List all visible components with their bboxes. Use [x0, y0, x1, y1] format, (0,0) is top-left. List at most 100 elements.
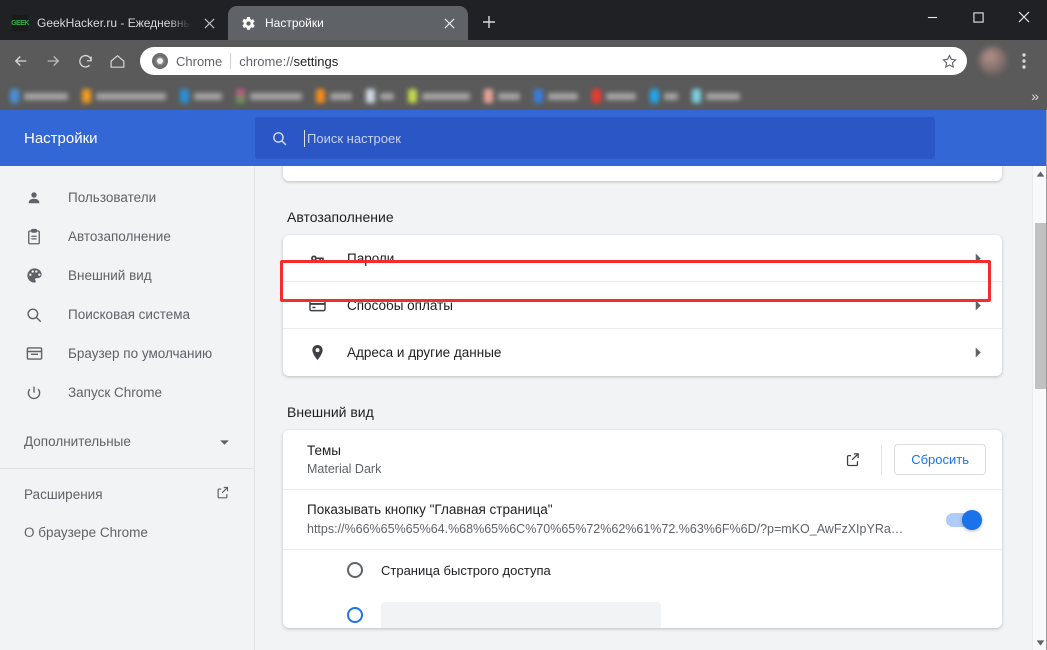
power-icon	[24, 383, 44, 403]
sidebar-divider	[0, 468, 254, 469]
url-main: settings	[293, 54, 338, 69]
row-themes[interactable]: Темы Material Dark Сбросить	[283, 430, 1002, 490]
settings-header: Настройки Поиск настроек	[0, 110, 1047, 166]
row-payment-methods[interactable]: Способы оплаты	[283, 282, 1002, 329]
sidebar-advanced-label: Дополнительные	[24, 434, 219, 449]
sidebar-item-about-chrome[interactable]: О браузере Chrome	[0, 513, 254, 551]
theme-texts: Темы Material Dark	[307, 441, 835, 479]
bookmark-star-icon[interactable]	[937, 49, 961, 73]
address-bar[interactable]: Chrome chrome://settings	[140, 47, 967, 75]
settings-page: Настройки Поиск настроек Пользователи	[0, 110, 1047, 650]
text-caret	[304, 130, 305, 147]
row-addresses[interactable]: Адреса и другие данные	[283, 329, 1002, 376]
key-icon	[307, 248, 327, 268]
home-icon[interactable]	[102, 46, 132, 76]
custom-url-input[interactable]	[381, 602, 661, 628]
radio-button[interactable]	[347, 562, 363, 578]
palette-icon	[24, 266, 44, 286]
bookmarks-overflow-icon[interactable]: »	[1031, 82, 1039, 110]
scroll-up-icon[interactable]	[1033, 166, 1047, 181]
sidebar-item-label: Поисковая система	[68, 307, 190, 322]
geekhacker-favicon: GEEK	[12, 15, 28, 31]
homepage-title: Показывать кнопку "Главная страница"	[307, 500, 928, 520]
bookmark-item[interactable]	[534, 89, 578, 103]
autofill-card: Пароли Способы оплаты	[283, 235, 1002, 376]
chrome-logo-icon	[152, 53, 168, 69]
forward-icon[interactable]	[38, 46, 68, 76]
new-tab-button[interactable]	[474, 7, 504, 37]
sidebar-item-label: Автозаполнение	[68, 229, 171, 244]
bookmark-item[interactable]	[316, 89, 352, 103]
sidebar-item-label: Пользователи	[68, 190, 156, 205]
tab-settings[interactable]: Настройки	[228, 6, 468, 40]
bookmark-item[interactable]	[408, 89, 470, 103]
sidebar-item-label: Внешний вид	[68, 268, 152, 283]
external-link-icon[interactable]	[835, 443, 869, 477]
tab-list: GEEK GeekHacker.ru - Ежедневный жу Настр…	[0, 0, 504, 40]
sidebar-item-autofill[interactable]: Автозаполнение	[0, 217, 254, 256]
radio-label: Страница быстрого доступа	[381, 563, 551, 578]
back-icon[interactable]	[6, 46, 36, 76]
sidebar-item-label: Запуск Chrome	[68, 385, 162, 400]
row-label: Способы оплаты	[347, 298, 974, 313]
toggle-knob	[962, 510, 982, 530]
chevron-right-icon	[974, 253, 982, 264]
scrollbar-thumb[interactable]	[1035, 223, 1046, 389]
sidebar-item-startup[interactable]: Запуск Chrome	[0, 373, 254, 412]
content-scrollbar[interactable]	[1032, 166, 1047, 650]
bookmark-item[interactable]	[236, 89, 302, 103]
bookmark-item[interactable]	[692, 89, 740, 103]
row-import-bookmarks[interactable]: Импорт закладок и настроек ›	[283, 166, 1002, 181]
close-icon[interactable]	[440, 14, 458, 32]
bookmark-item[interactable]	[82, 89, 166, 103]
avatar[interactable]	[979, 47, 1007, 75]
close-icon[interactable]	[200, 14, 218, 32]
bookmark-item[interactable]	[10, 89, 68, 103]
sidebar-item-search-engine[interactable]: Поисковая система	[0, 295, 254, 334]
chevron-right-icon	[974, 300, 982, 311]
browser-toolbar: Chrome chrome://settings	[0, 40, 1047, 82]
maximize-icon[interactable]	[955, 0, 1001, 34]
close-window-icon[interactable]	[1001, 0, 1047, 34]
search-placeholder: Поиск настроек	[307, 131, 401, 146]
content-inner: Импорт закладок и настроек › Автозаполне…	[255, 166, 1047, 628]
radio-row-custom-url[interactable]	[283, 590, 1002, 628]
gear-icon	[240, 15, 256, 31]
bookmark-item[interactable]	[366, 89, 394, 103]
reset-theme-button[interactable]: Сбросить	[894, 444, 986, 475]
settings-sidebar: Пользователи Автозаполнение Внешний вид …	[0, 166, 255, 650]
sidebar-item-users[interactable]: Пользователи	[0, 178, 254, 217]
url-prefix: chrome://	[239, 54, 293, 69]
row-label: Пароли	[347, 251, 974, 266]
show-home-button-toggle[interactable]	[946, 513, 980, 527]
bookmark-item[interactable]	[650, 89, 678, 103]
radio-button[interactable]	[347, 607, 363, 623]
sidebar-item-default-browser[interactable]: Браузер по умолчанию	[0, 334, 254, 373]
sidebar-item-extensions[interactable]: Расширения	[0, 475, 254, 513]
section-title-appearance: Внешний вид	[287, 404, 1002, 420]
tab-title: Настройки	[265, 16, 431, 30]
bookmarks-bar: »	[0, 82, 1047, 110]
sidebar-item-advanced[interactable]: Дополнительные	[0, 420, 254, 462]
person-icon	[24, 188, 44, 208]
row-passwords[interactable]: Пароли	[283, 235, 1002, 282]
reload-icon[interactable]	[70, 46, 100, 76]
sidebar-item-label: Расширения	[24, 487, 215, 502]
tab-strip: GEEK GeekHacker.ru - Ежедневный жу Настр…	[0, 0, 1047, 40]
search-input[interactable]: Поиск настроек	[255, 117, 935, 159]
minimize-icon[interactable]	[909, 0, 955, 34]
scroll-down-icon[interactable]	[1033, 635, 1047, 650]
clipboard-icon	[24, 227, 44, 247]
search-icon	[24, 305, 44, 325]
tab-geekhacker[interactable]: GEEK GeekHacker.ru - Ежедневный жу	[0, 6, 228, 40]
search-icon	[271, 130, 288, 147]
bookmark-item[interactable]	[180, 89, 222, 103]
bookmark-item[interactable]	[592, 89, 636, 103]
row-show-home-button[interactable]: Показывать кнопку "Главная страница" htt…	[283, 490, 1002, 550]
location-pin-icon	[307, 343, 327, 363]
sidebar-item-appearance[interactable]: Внешний вид	[0, 256, 254, 295]
radio-row-new-tab-page[interactable]: Страница быстрого доступа	[283, 550, 1002, 590]
bookmark-item[interactable]	[484, 89, 520, 103]
external-link-icon	[215, 485, 230, 503]
chrome-menu-icon[interactable]	[1009, 46, 1039, 76]
